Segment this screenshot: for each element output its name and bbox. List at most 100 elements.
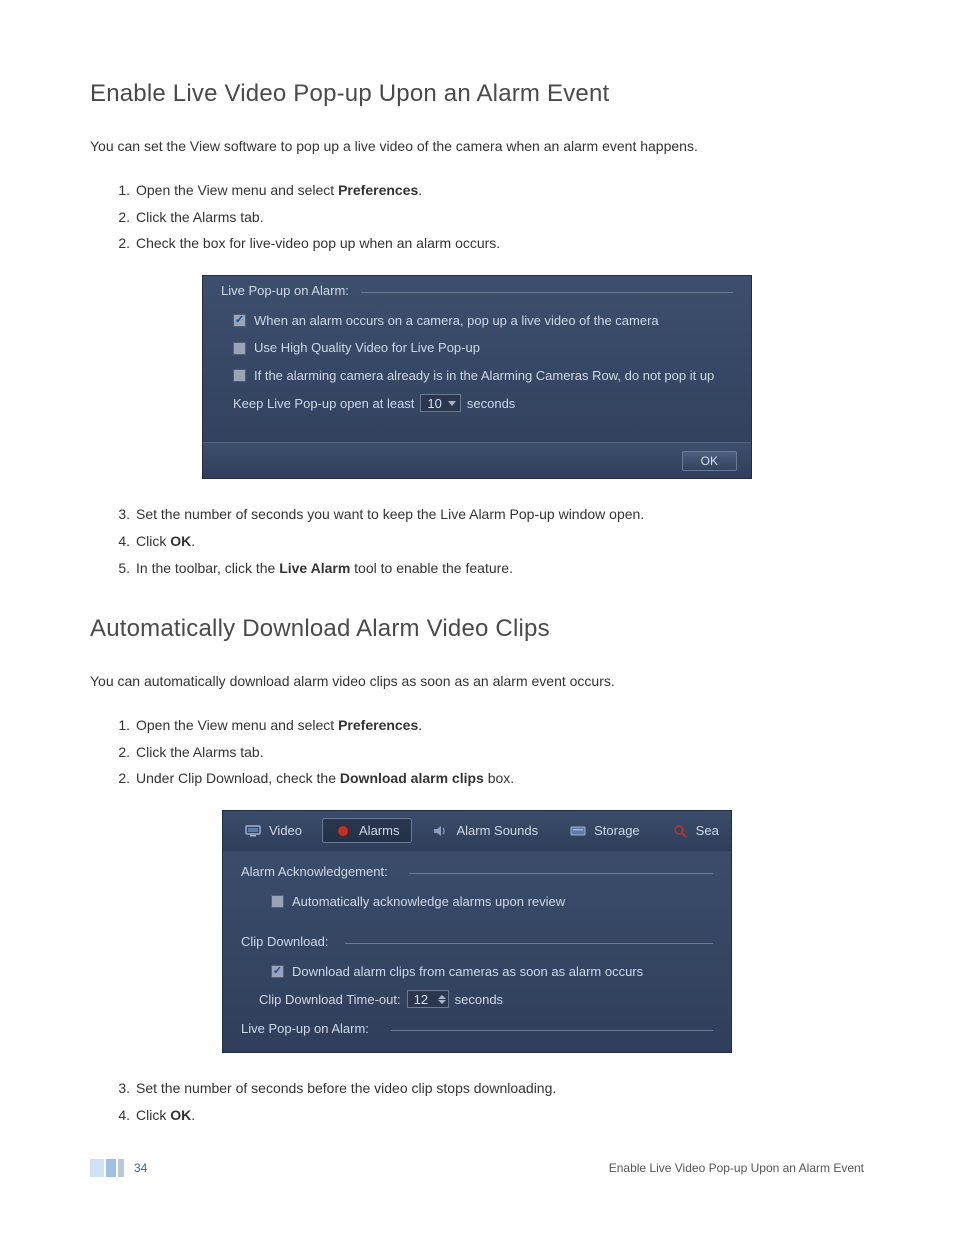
step: 3. Set the number of seconds you want to…: [136, 501, 864, 528]
clip-timeout-pre: Clip Download Time-out:: [259, 992, 401, 1007]
step-text: Under Clip Download, check the: [136, 770, 340, 786]
clip-legend: Clip Download:: [241, 934, 334, 949]
keep-open-seconds-select[interactable]: 10: [420, 394, 460, 412]
tab-alarm-sounds[interactable]: Alarm Sounds: [420, 819, 550, 842]
storage-icon: [570, 824, 586, 838]
section1-steps-b: 3. Set the number of seconds you want to…: [90, 501, 864, 581]
step-text: Set the number of seconds you want to ke…: [136, 506, 644, 522]
step: 1. Open the View menu and select Prefere…: [136, 177, 864, 204]
section2-intro: You can automatically download alarm vid…: [90, 671, 864, 692]
step-number: 5.: [106, 555, 130, 582]
step: 2. Under Clip Download, check the Downlo…: [136, 765, 864, 792]
clip-timeout-row: Clip Download Time-out: 12 seconds: [259, 990, 701, 1008]
cb-auto-acknowledge[interactable]: Automatically acknowledge alarms upon re…: [271, 893, 701, 911]
ok-button[interactable]: OK: [682, 451, 737, 471]
keep-open-post: seconds: [467, 396, 515, 411]
clip-timeout-spinner[interactable]: 12: [407, 990, 449, 1008]
step-bold: Preferences: [338, 182, 418, 198]
step-text: Check the box for live-video pop up when…: [136, 235, 500, 251]
step-post: .: [191, 1107, 195, 1123]
fieldset-rule: [409, 873, 713, 874]
section1-title: Enable Live Video Pop-up Upon an Alarm E…: [90, 80, 864, 108]
live-popup-legend: Live Pop-up on Alarm:: [241, 1021, 375, 1036]
step: 5. In the toolbar, click the Live Alarm …: [136, 555, 864, 582]
tab-label: Alarms: [359, 823, 399, 838]
tab-search-partial[interactable]: Sea: [660, 819, 731, 842]
step-post: .: [191, 533, 195, 549]
tabs-row: Video Alarms Alarm Sounds Storage Sea: [223, 811, 731, 851]
step-number: 4.: [106, 528, 130, 555]
section2-steps-a: 1. Open the View menu and select Prefere…: [90, 712, 864, 792]
step-number: 2.: [106, 765, 130, 792]
step: 1. Open the View menu and select Prefere…: [136, 712, 864, 739]
ack-legend: Alarm Acknowledgement:: [241, 864, 394, 879]
keep-open-pre: Keep Live Pop-up open at least: [233, 396, 414, 411]
checkbox-icon[interactable]: [233, 314, 246, 327]
step-number: 4.: [106, 1102, 130, 1129]
download-clips-panel: Video Alarms Alarm Sounds Storage Sea: [222, 810, 732, 1053]
cb-label: When an alarm occurs on a camera, pop up…: [254, 312, 659, 330]
step: 2. Click the Alarms tab.: [136, 204, 864, 231]
page-mark-icon: [90, 1159, 124, 1177]
step-text: Click the Alarms tab.: [136, 744, 264, 760]
cb-download-alarm-clips[interactable]: Download alarm clips from cameras as soo…: [271, 963, 701, 981]
step: 4. Click OK.: [136, 1102, 864, 1129]
tab-alarms[interactable]: Alarms: [322, 818, 412, 843]
step-bold: Download alarm clips: [340, 770, 484, 786]
step-text: Click: [136, 533, 170, 549]
section2-title: Automatically Download Alarm Video Clips: [90, 615, 864, 643]
tab-label: Storage: [594, 823, 640, 838]
section2-steps-b: 3. Set the number of seconds before the …: [90, 1075, 864, 1128]
step: 2. Click the Alarms tab.: [136, 739, 864, 766]
live-popup-fieldset: Live Pop-up on Alarm:: [241, 1030, 713, 1036]
step-post: .: [418, 717, 422, 733]
step: 3. Set the number of seconds before the …: [136, 1075, 864, 1102]
checkbox-icon[interactable]: [233, 369, 246, 382]
cb-label: Use High Quality Video for Live Pop-up: [254, 339, 480, 357]
cb-already-in-row[interactable]: If the alarming camera already is in the…: [233, 367, 721, 385]
popup-legend: Live Pop-up on Alarm:: [221, 283, 355, 298]
step-text: Set the number of seconds before the vid…: [136, 1080, 556, 1096]
step-number: 1.: [106, 712, 130, 739]
clip-timeout-post: seconds: [455, 992, 503, 1007]
search-icon: [672, 824, 688, 838]
page-footer: 34 Enable Live Video Pop-up Upon an Alar…: [90, 1159, 864, 1177]
checkbox-icon[interactable]: [233, 342, 246, 355]
panel-bottombar: OK: [203, 442, 751, 478]
tab-storage[interactable]: Storage: [558, 819, 652, 842]
section1-steps-a: 1. Open the View menu and select Prefere…: [90, 177, 864, 257]
clip-fieldset: Clip Download: Download alarm clips from…: [241, 943, 713, 1015]
step-number: 2.: [106, 204, 130, 231]
checkbox-icon[interactable]: [271, 895, 284, 908]
step: 4. Click OK.: [136, 528, 864, 555]
step-bold: OK: [170, 533, 191, 549]
section1-intro: You can set the View software to pop up …: [90, 136, 864, 157]
step-text: In the toolbar, click the: [136, 560, 279, 576]
step-number: 3.: [106, 501, 130, 528]
step-bold: Live Alarm: [279, 560, 350, 576]
step-number: 3.: [106, 1075, 130, 1102]
step: 2. Check the box for live-video pop up w…: [136, 230, 864, 257]
chevron-up-icon: [438, 995, 446, 999]
cb-high-quality[interactable]: Use High Quality Video for Live Pop-up: [233, 339, 721, 357]
step-number: 1.: [106, 177, 130, 204]
cb-popup-live-video[interactable]: When an alarm occurs on a camera, pop up…: [233, 312, 721, 330]
fieldset-rule: [345, 943, 713, 944]
monitor-icon: [245, 824, 261, 838]
cb-label: If the alarming camera already is in the…: [254, 367, 714, 385]
tab-video[interactable]: Video: [233, 819, 314, 842]
tab-label: Video: [269, 823, 302, 838]
step-post: tool to enable the feature.: [350, 560, 513, 576]
tab-label: Sea: [696, 823, 719, 838]
cb-label: Automatically acknowledge alarms upon re…: [292, 893, 565, 911]
fieldset-rule: [391, 1030, 713, 1031]
ack-fieldset: Alarm Acknowledgement: Automatically ack…: [241, 873, 713, 927]
page-number: 34: [134, 1161, 147, 1175]
alarm-icon: [335, 824, 351, 838]
checkbox-icon[interactable]: [271, 965, 284, 978]
tab-label: Alarm Sounds: [456, 823, 538, 838]
spinner-controls[interactable]: [438, 995, 446, 1004]
clip-timeout-value: 12: [414, 992, 428, 1007]
chevron-down-icon: [438, 1000, 446, 1004]
step-post: .: [418, 182, 422, 198]
